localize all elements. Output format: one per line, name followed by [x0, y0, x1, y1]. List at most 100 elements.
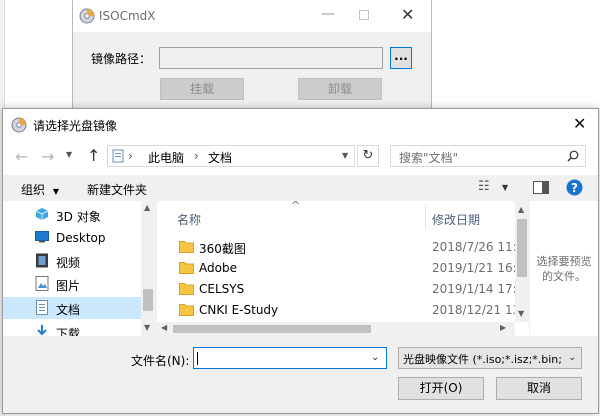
- file-name: 360截图: [199, 242, 246, 256]
- chevron-down-icon: ▼: [52, 187, 59, 196]
- nav-item-label: 图片: [56, 279, 81, 293]
- chevron-down-icon: ⌄: [568, 352, 577, 363]
- maximize-button[interactable]: [359, 10, 369, 20]
- toolbar: 组织 ▼ 新建文件夹 ☷ ▼ ?: [3, 175, 598, 201]
- navigation-pane: 3D 对象 Desktop 视频 图片 文档 下载 ▲ ▼: [3, 201, 155, 336]
- this-pc-icon: [112, 149, 124, 163]
- scroll-left-icon[interactable]: ◀: [161, 323, 167, 332]
- file-modified: 2018/7/26 11:5: [432, 240, 525, 254]
- preview-text-line: 的文件。: [542, 270, 586, 283]
- file-row[interactable]: CELSYS 2019/1/14 17:5: [157, 279, 524, 299]
- disc-icon: [79, 8, 95, 24]
- dialog-title: 请选择光盘镜像: [33, 119, 118, 133]
- scroll-up-icon[interactable]: ▲: [518, 205, 524, 214]
- back-arrow-icon[interactable]: ←: [15, 147, 28, 166]
- view-options-icon[interactable]: ☷: [478, 179, 490, 194]
- parent-close-button[interactable]: ✕: [401, 5, 414, 24]
- nav-item-3d-objects[interactable]: 3D 对象: [3, 205, 141, 225]
- forward-arrow-icon[interactable]: →: [41, 147, 54, 166]
- unmount-button[interactable]: 卸载: [298, 78, 382, 100]
- desktop-icon: [35, 231, 49, 243]
- column-header-modified[interactable]: 修改日期: [432, 211, 480, 228]
- nav-item-pictures[interactable]: 图片: [3, 274, 141, 294]
- organize-button[interactable]: 组织 ▼: [21, 181, 59, 198]
- scroll-down-icon[interactable]: ▼: [144, 323, 150, 332]
- breadcrumb-dropdown-icon[interactable]: ▼: [342, 151, 348, 160]
- mount-button[interactable]: 挂载: [160, 78, 244, 100]
- nav-item-desktop[interactable]: Desktop: [3, 228, 141, 248]
- cancel-button[interactable]: 取消: [496, 377, 582, 400]
- filetype-value: 光盘映像文件 (*.iso;*.isz;*.bin;: [403, 353, 562, 366]
- documents-icon: [36, 300, 48, 315]
- nav-item-video[interactable]: 视频: [3, 251, 141, 271]
- file-modified: 2018/12/21 13: [432, 303, 521, 317]
- breadcrumb-separator-icon: ›: [128, 149, 133, 163]
- vscrollbar-thumb[interactable]: [517, 219, 527, 277]
- image-path-label: 镜像路径：: [91, 52, 152, 66]
- file-modified: 2019/1/21 16:4: [432, 261, 525, 275]
- preview-text: 选择要预览 的文件。: [530, 254, 598, 284]
- parent-window-title: ISOCmdX: [99, 9, 156, 23]
- file-modified: 2019/1/14 17:5: [432, 282, 525, 296]
- file-dialog: 请选择光盘镜像 ✕ ← → ▼ ↑ › 此电脑 › 文档 ▼ ↻ 搜索"文档": [2, 108, 599, 414]
- scroll-right-icon[interactable]: ▶: [500, 323, 506, 332]
- svg-text:?: ?: [571, 181, 578, 195]
- breadcrumb-item[interactable]: 此电脑: [148, 149, 184, 166]
- dialog-close-button[interactable]: ✕: [573, 114, 586, 133]
- file-name: CELSYS: [199, 282, 245, 296]
- file-list-vscrollbar[interactable]: ▲ ▼: [515, 201, 529, 322]
- filename-label: 文件名(N):: [131, 354, 190, 368]
- nav-item-label: 3D 对象: [56, 210, 101, 224]
- image-path-input[interactable]: [159, 47, 383, 69]
- scroll-up-icon[interactable]: ▲: [144, 203, 150, 212]
- folder-icon: [179, 262, 194, 274]
- help-icon[interactable]: ?: [566, 179, 583, 196]
- nav-item-label: Desktop: [56, 231, 106, 245]
- parent-window: ISOCmdX — ✕ 镜像路径： ... 挂载 卸载: [72, 0, 432, 110]
- scroll-down-icon[interactable]: ▼: [518, 309, 524, 318]
- parent-titlebar: ISOCmdX — ✕: [73, 0, 431, 32]
- up-arrow-icon[interactable]: ↑: [87, 146, 100, 165]
- video-icon: [36, 253, 48, 268]
- nav-item-documents[interactable]: 文档: [3, 297, 141, 319]
- nav-scrollbar-thumb[interactable]: [143, 289, 153, 311]
- breadcrumb[interactable]: › 此电脑 › 文档 ▼: [107, 145, 355, 167]
- folder-icon: [179, 241, 194, 253]
- nav-item-label: 下载: [56, 327, 81, 336]
- column-header-name[interactable]: 名称: [177, 211, 201, 228]
- nav-scrollbar[interactable]: ▲ ▼: [141, 201, 155, 336]
- search-input[interactable]: 搜索"文档": [390, 145, 586, 167]
- folder-icon: [179, 283, 194, 295]
- filetype-select[interactable]: 光盘映像文件 (*.iso;*.isz;*.bin; ⌄: [398, 347, 582, 369]
- file-row[interactable]: Adobe 2019/1/21 16:4: [157, 258, 524, 278]
- nav-item-downloads[interactable]: 下载: [3, 322, 141, 336]
- new-folder-button[interactable]: 新建文件夹: [87, 181, 147, 198]
- pictures-icon: [35, 276, 49, 291]
- nav-item-label: 文档: [56, 303, 81, 317]
- preview-text-line: 选择要预览: [536, 255, 592, 268]
- view-dropdown-icon[interactable]: ▼: [502, 183, 508, 192]
- disc-icon: [11, 117, 27, 133]
- recent-dropdown-icon[interactable]: ▼: [66, 150, 72, 159]
- breadcrumb-item[interactable]: 文档: [208, 149, 232, 166]
- preview-pane: 选择要预览 的文件。: [530, 201, 598, 336]
- breadcrumb-separator-icon: ›: [194, 149, 199, 163]
- browse-button[interactable]: ...: [390, 47, 412, 69]
- search-placeholder: 搜索"文档": [399, 151, 459, 165]
- file-row[interactable]: 360截图 2018/7/26 11:5: [157, 237, 524, 257]
- file-list-hscrollbar[interactable]: ◀ ▶: [157, 322, 515, 336]
- organize-label: 组织: [21, 183, 46, 197]
- file-row[interactable]: CNKI E-Study 2018/12/21 13: [157, 300, 520, 320]
- open-button[interactable]: 打开(O): [398, 377, 484, 400]
- minimize-button[interactable]: —: [313, 6, 343, 26]
- column-divider[interactable]: [425, 205, 426, 229]
- search-icon: [567, 150, 579, 162]
- refresh-icon: ↻: [362, 148, 374, 163]
- 3d-objects-icon: [35, 208, 49, 220]
- filename-input[interactable]: ⌄: [193, 347, 387, 369]
- refresh-button[interactable]: ↻: [357, 145, 379, 167]
- chevron-down-icon[interactable]: ⌄: [371, 352, 379, 363]
- preview-pane-icon[interactable]: [533, 181, 549, 194]
- downloads-icon: [37, 325, 47, 336]
- hscrollbar-thumb[interactable]: [173, 325, 371, 333]
